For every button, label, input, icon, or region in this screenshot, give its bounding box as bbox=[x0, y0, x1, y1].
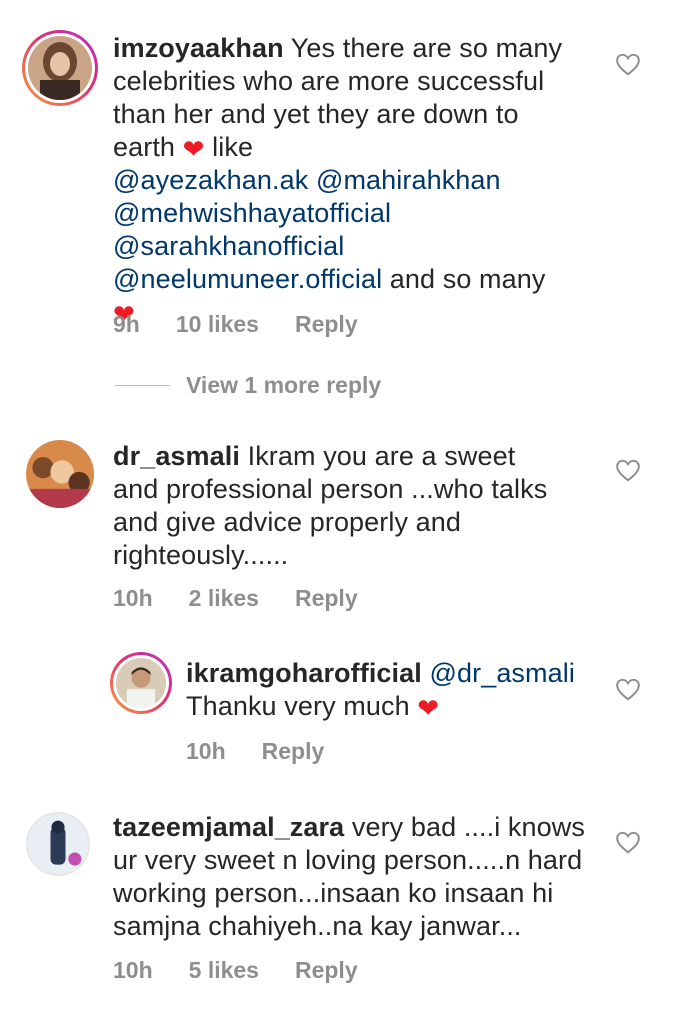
divider-line bbox=[115, 385, 170, 386]
mention-link[interactable]: @neelumuneer.official bbox=[113, 264, 382, 294]
avatar[interactable] bbox=[22, 30, 98, 106]
comment-text: Thanku very much bbox=[186, 691, 418, 721]
comment-username[interactable]: ikramgoharofficial bbox=[186, 658, 422, 688]
view-more-replies[interactable]: View 1 more reply bbox=[115, 372, 381, 399]
reply-button[interactable]: Reply bbox=[295, 585, 358, 612]
heart-outline-icon[interactable] bbox=[615, 830, 641, 854]
avatar[interactable] bbox=[26, 812, 90, 876]
comment-time: 9h bbox=[113, 311, 140, 337]
mention-link[interactable]: @mahirahkhan bbox=[316, 165, 501, 195]
like-count[interactable]: 5 likes bbox=[189, 957, 259, 984]
reply-button[interactable]: Reply bbox=[295, 957, 358, 984]
like-count[interactable]: 10 likes bbox=[176, 311, 259, 338]
comment-username[interactable]: tazeemjamal_zara bbox=[113, 812, 344, 842]
view-more-label[interactable]: View 1 more reply bbox=[186, 372, 381, 399]
mention-link[interactable]: @dr_asmali bbox=[429, 658, 574, 688]
comment-time: 10h bbox=[113, 957, 153, 983]
mention-link[interactable]: @mehwishhayatofficial bbox=[113, 198, 391, 228]
mention-link[interactable]: @sarahkhanofficial bbox=[113, 231, 344, 261]
comment-username[interactable]: imzoyaakhan bbox=[113, 33, 284, 63]
comment-text-cont: like bbox=[204, 132, 254, 162]
like-count[interactable]: 2 likes bbox=[189, 585, 259, 612]
comment-text-end: and so many bbox=[382, 264, 546, 294]
comment-time: 10h bbox=[113, 585, 153, 611]
avatar[interactable] bbox=[110, 652, 172, 714]
red-heart-emoji: ❤ bbox=[182, 134, 205, 164]
comment-username[interactable]: dr_asmali bbox=[113, 441, 240, 471]
reply-button[interactable]: Reply bbox=[262, 738, 325, 765]
reply-button[interactable]: Reply bbox=[295, 311, 358, 338]
heart-outline-icon[interactable] bbox=[615, 458, 641, 482]
avatar[interactable] bbox=[26, 440, 94, 508]
red-heart-emoji: ❤ bbox=[417, 693, 440, 723]
mention-link[interactable]: @ayezakhan.ak bbox=[113, 165, 308, 195]
comment-time: 10h bbox=[186, 738, 226, 764]
heart-outline-icon[interactable] bbox=[615, 52, 641, 76]
heart-outline-icon[interactable] bbox=[615, 677, 641, 701]
